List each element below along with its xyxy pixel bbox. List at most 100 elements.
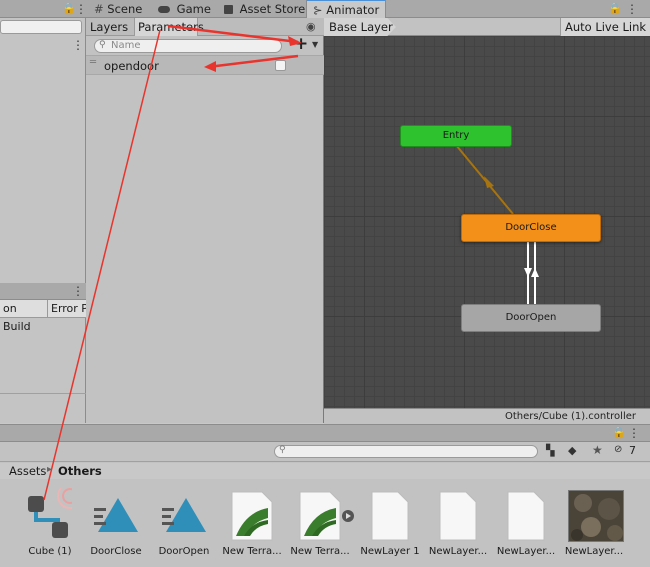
asset-newlayer-3[interactable] <box>506 490 546 542</box>
animation-clip-icon <box>94 498 138 532</box>
parameter-search-input[interactable]: ⚲ Name <box>94 39 282 53</box>
breadcrumb-label: Base Layer <box>329 20 393 34</box>
file-icon <box>371 491 409 541</box>
search-placeholder: Name <box>111 40 141 51</box>
layers-params-tabbar: Layers Parameters ◉ <box>86 18 324 36</box>
console-tabbar: ⋮ <box>0 283 86 300</box>
hierarchy-search-input[interactable] <box>0 20 82 34</box>
hidden-packages-icon[interactable]: ⊘ <box>614 444 622 455</box>
asset-terrain-1[interactable] <box>230 490 274 542</box>
kebab-menu-icon-4[interactable]: ⋮ <box>626 2 638 16</box>
lock-icon-2[interactable]: 🔒 <box>608 2 622 15</box>
asset-terrain-2[interactable] <box>298 490 354 542</box>
hierarchy-tabbar: 🔒 ⋮ <box>0 0 87 18</box>
shopping-bag-icon <box>224 5 233 14</box>
texture-thumbnail-icon <box>569 491 623 541</box>
on-build-label: on Build <box>3 302 31 333</box>
file-icon-2 <box>439 491 477 541</box>
project-breadcrumb: Assets ▸ Others <box>0 463 650 479</box>
hidden-count: 7 <box>629 444 636 457</box>
state-node-dooropen-label: DoorOpen <box>505 312 557 323</box>
asset-dooropen-clip[interactable] <box>160 494 208 538</box>
controller-path: Others/Cube (1).controller <box>504 411 636 422</box>
up-arrowhead <box>531 268 539 277</box>
animation-clip-icon-2 <box>162 498 206 532</box>
console-panel: ⋮ on Build Error P <box>0 283 86 423</box>
animator-parameters-panel: Layers Parameters ◉ ⚲ Name + ▼ ═ opendoo… <box>86 18 324 423</box>
tab-animator[interactable]: ⊱ Animator <box>306 0 387 19</box>
down-arrowhead <box>524 268 532 277</box>
kebab-menu-icon-3[interactable]: ⋮ <box>72 284 84 298</box>
entry-transition-arrowhead <box>484 176 494 188</box>
lock-icon-3[interactable]: 🔒 <box>612 426 626 439</box>
animator-status-bar: Others/Cube (1).controller <box>324 408 650 424</box>
error-pause-label: Error P <box>51 302 86 315</box>
asset-label: DoorClose <box>90 546 142 557</box>
asset-label: NewLayer 1 <box>360 546 420 557</box>
divider <box>0 393 86 394</box>
animator-icon: ⊱ <box>313 3 323 17</box>
state-node-dooropen[interactable]: DoorOpen <box>461 304 601 332</box>
asset-label: NewLayer... <box>428 546 488 557</box>
asset-newlayer-texture[interactable] <box>568 490 624 542</box>
project-search-input[interactable]: ⚲ <box>274 445 538 458</box>
terrain-icon-2 <box>299 491 354 541</box>
kebab-menu-icon-2[interactable]: ⋮ <box>72 38 84 52</box>
auto-live-link-button[interactable]: Auto Live Link <box>560 18 650 36</box>
asset-doorclose-clip[interactable] <box>92 494 140 538</box>
state-node-entry-label: Entry <box>442 130 470 141</box>
eye-icon[interactable]: ◉ <box>306 20 316 33</box>
error-pause-toggle[interactable]: Error P <box>48 300 86 318</box>
breadcrumb-base-layer[interactable]: Base Layer <box>324 18 396 36</box>
breadcrumb-separator-icon: ▸ <box>47 464 53 475</box>
tab-game[interactable]: Game <box>152 0 217 18</box>
breadcrumb-others[interactable]: Others <box>58 464 102 478</box>
search-icon: ⚲ <box>99 40 106 50</box>
parameter-row[interactable]: ═ opendoor <box>86 55 324 75</box>
kebab-menu-icon-5[interactable]: ⋮ <box>628 426 640 440</box>
add-parameter-button[interactable]: + <box>294 34 308 54</box>
hierarchy-panel: 🔒 ⋮ ⋮ <box>0 0 87 283</box>
animator-controller-icon <box>28 483 83 538</box>
state-node-doorclose[interactable]: DoorClose <box>461 214 601 242</box>
asset-cube-controller[interactable] <box>24 483 83 542</box>
asset-label: New Terra... <box>222 546 282 557</box>
favorite-star-icon[interactable]: ★ <box>592 443 603 457</box>
drag-handle-icon[interactable]: ═ <box>90 57 96 68</box>
lock-icon[interactable]: 🔒 <box>62 2 76 15</box>
asset-label: New Terra... <box>290 546 350 557</box>
tab-asset-store[interactable]: Asset Store <box>218 0 311 18</box>
animator-graph[interactable]: Entry DoorClose DoorOpen <box>324 36 650 408</box>
tab-parameters[interactable]: Parameters <box>134 18 204 36</box>
tab-scene-label: Scene <box>107 2 143 16</box>
parameter-name[interactable]: opendoor <box>104 59 159 73</box>
asset-label: Cube (1) <box>28 546 72 557</box>
tab-game-label: Game <box>176 2 211 16</box>
search-icon-2: ⚲ <box>279 445 286 455</box>
breadcrumb-assets[interactable]: Assets <box>9 464 46 478</box>
animator-header: Base Layer Auto Live Link <box>324 18 650 36</box>
tab-parameters-label: Parameters <box>138 20 204 34</box>
tab-animator-label: Animator <box>326 3 380 17</box>
asset-newlayer-2[interactable] <box>438 490 478 542</box>
filter-type-icon[interactable]: ▚ <box>546 444 554 457</box>
asset-label: NewLayer... <box>564 546 624 557</box>
chevron-down-icon[interactable]: ▼ <box>312 40 318 49</box>
main-tabbar: # Scene Game Asset Store ⊱ Animator 🔒 ⋮ <box>86 0 650 19</box>
tab-layers[interactable]: Layers <box>90 18 128 36</box>
terrain-icon <box>231 491 273 541</box>
tab-asset-store-label: Asset Store <box>239 2 306 16</box>
asset-newlayer-1[interactable] <box>370 490 410 542</box>
parameter-bool-checkbox[interactable] <box>275 60 286 71</box>
entry-transition-line <box>455 144 514 215</box>
asset-label: NewLayer... <box>496 546 556 557</box>
gamepad-icon <box>158 6 170 13</box>
error-pause-button[interactable]: on Build <box>0 300 48 333</box>
asset-label: DoorOpen <box>158 546 210 557</box>
label-tag-icon[interactable]: ◆ <box>568 444 576 457</box>
state-node-doorclose-label: DoorClose <box>505 222 557 233</box>
tab-layers-label: Layers <box>90 20 129 34</box>
tab-scene[interactable]: # Scene <box>88 0 148 18</box>
state-node-entry[interactable]: Entry <box>400 125 512 147</box>
file-icon-3 <box>507 491 545 541</box>
